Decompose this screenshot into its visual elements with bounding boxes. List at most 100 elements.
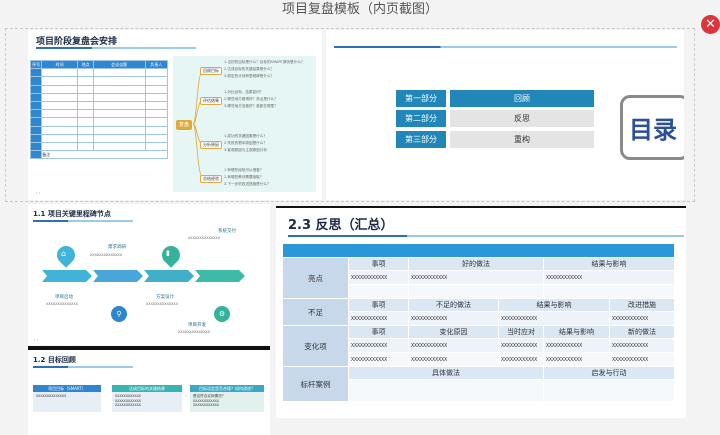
mindmap-item: 1.对比目标，结果如何？	[224, 90, 264, 94]
col-header: 变化原因	[408, 325, 499, 339]
schedule-table: 序号 时间 地点 会议议题 负责人 备注	[29, 59, 168, 160]
table-cell[interactable]: XXXXXXXXXXXX	[408, 311, 499, 326]
title-underline	[334, 46, 677, 48]
slide-schedule[interactable]: 项目阶段复盘会安排 序号 时间 地点 会议议题 负责人 备注 复盘 回顾目标 1…	[28, 30, 322, 200]
slide-title: 2.3 反思（汇总）	[288, 218, 394, 233]
goal-box-head: 目标设定是否合理？如何改进？	[190, 385, 264, 392]
row-header: 不足	[282, 298, 349, 326]
table-cell[interactable]: XXXXXXXXXXXX	[408, 338, 499, 353]
table-cell[interactable]: XXXXXXXXXXXX	[408, 352, 499, 367]
col-header: 具体做法	[348, 366, 544, 380]
slide-title: 项目阶段复盘会安排	[36, 37, 118, 47]
col-header: 结果与影响	[498, 298, 610, 312]
title-underline	[288, 235, 684, 237]
table-cell[interactable]: XXXXXXXXXXXX	[348, 270, 409, 285]
slide-pager[interactable]: ‹ ›	[34, 337, 38, 342]
slide-pager[interactable]: ‹ ›	[36, 190, 40, 195]
col-header: 启发与行动	[542, 366, 676, 380]
chart-icon: ▮	[166, 249, 170, 257]
milestone-desc: XXXXXXXXXXXXXX	[90, 252, 123, 257]
col-header: 好的做法	[408, 257, 544, 271]
slide-title: 1.2 目标回顾	[33, 356, 76, 364]
mindmap-branch: 评估结果	[200, 97, 222, 105]
col-header: 事项	[348, 257, 409, 271]
col-header: 事项	[348, 325, 409, 339]
row-header: 标杆案例	[282, 366, 349, 402]
goal-box-line: XXXXXXXXXXXX	[193, 403, 219, 407]
mindmap-item: 2.哪些地方做得好？亮点是什么？	[224, 97, 278, 101]
milestone-label: 项目开发	[188, 323, 206, 328]
table-cell[interactable]: XXXXXXXXXXXX	[348, 338, 409, 353]
mindmap-item: 2.失败的根本原因是什么？	[224, 141, 267, 145]
toc-label[interactable]: 反思	[450, 110, 594, 127]
table-cell[interactable]: XXXXXXXXXXXX	[543, 338, 610, 353]
table-cell[interactable]: XXXXXXXXXXXX	[542, 270, 676, 285]
milestone-label: 项目启动	[55, 295, 73, 300]
mindmap-branch: 回顾目标	[200, 67, 222, 75]
goal-box: 目标设定是否合理？如何改进？ 是否符合实际情况？ XXXXXXXXXXXX XX…	[190, 385, 264, 412]
toc-label[interactable]: 回顾	[450, 90, 594, 107]
row-header: 变化项	[282, 325, 349, 367]
table-cell[interactable]: XXXXXXXXXXXX	[408, 270, 544, 285]
table-cell[interactable]: XXXXXXXXXXXX	[498, 352, 544, 367]
title-underline	[33, 220, 133, 222]
mindmap-item: 1.成功的关键因素是什么？	[224, 134, 267, 138]
mindmap-item: 2.达成目标的关键结果是什么？	[224, 67, 275, 71]
mindmap-item: 2.有哪些教训需要吸取？	[224, 175, 264, 179]
page-title: 项目复盘模板（内页截图）	[281, 2, 438, 17]
table-header: 时间	[41, 59, 79, 70]
table-header: 地点	[77, 59, 94, 70]
slide-reflection[interactable]: 2.3 反思（汇总） 亮点 事项 好的做法 结果与影响 XXXXXXXXXXXX…	[276, 206, 686, 418]
table-cell[interactable]: XXXXXXXXXXXX	[543, 352, 610, 367]
close-icon[interactable]: ✕	[701, 15, 720, 34]
slide-goal-review[interactable]: 1.2 目标回顾 项目目标（SMART） XXXXXXXXXXXXXX 达成目标…	[28, 350, 270, 435]
table-cell[interactable]: XXXXXXXXXXXX	[608, 338, 676, 353]
table-header: 负责人	[144, 59, 168, 70]
table-header: 序号	[29, 59, 43, 70]
mindmap-item: 1.有哪些经验可以借鉴？	[224, 168, 264, 172]
timeline-segment	[93, 270, 143, 282]
milestone-desc: XXXXXXXXXXXXXX	[188, 235, 221, 240]
table-cell[interactable]: XXXXXXXXXXXX	[498, 338, 544, 353]
goal-box-line: XXXXXXXXXXXXXX	[36, 394, 67, 398]
col-header: 结果与影响	[543, 325, 610, 339]
mindmap-item: 3.哪些地方没做好？差距在哪里？	[224, 104, 278, 108]
toc-title: 目录	[629, 116, 677, 144]
reflection-table: 亮点 事项 好的做法 结果与影响 XXXXXXXXXXXX XXXXXXXXXX…	[281, 243, 676, 402]
table-cell[interactable]: XXXXXXXXXXXX	[608, 352, 676, 367]
goal-box: 项目目标（SMART） XXXXXXXXXXXXXX	[33, 385, 101, 412]
table-cell[interactable]: XXXXXXXXXXXX	[348, 311, 409, 326]
goal-box-line: XXXXXXXXXXXX	[115, 403, 141, 407]
table-cell[interactable]: XXXXXXXXXXXX	[498, 311, 610, 326]
home-icon: ⌂	[61, 249, 67, 258]
title-underline	[36, 47, 196, 49]
goal-box-head: 项目目标（SMART）	[33, 385, 101, 392]
milestone-desc: XXXXXXXXXXXXXX	[146, 301, 179, 306]
toc-number: 第三部分	[396, 131, 446, 148]
col-header: 不足的做法	[408, 298, 499, 312]
col-header: 事项	[348, 298, 409, 312]
milestone-label: 系统交付	[218, 229, 236, 234]
milestone-desc: XXXXXXXXXXXXXX	[46, 301, 79, 306]
table-footer: 备注	[41, 150, 168, 160]
col-header: 改进措施	[608, 298, 676, 312]
col-header: 当时应对	[498, 325, 544, 339]
settings-icon: ⚙	[214, 306, 230, 322]
mindmap-item: 3.客观原因与主观原因分析	[224, 148, 267, 152]
col-header: 新的做法	[608, 325, 676, 339]
table-cell[interactable]: XXXXXXXXXXXX	[608, 311, 676, 326]
milestone-pin	[158, 242, 184, 268]
slide-milestones[interactable]: 1.1 项目关键里程碑节点 需求调研 XXXXXXXXXXXXXX 系统交付 X…	[28, 204, 270, 345]
slide-toc[interactable]: 第一部分 回顾 第二部分 反思 第三部分 重构 目录	[326, 30, 684, 200]
title-underline	[33, 366, 133, 368]
mindmap-branch: 分析原因	[200, 141, 222, 149]
milestone-label: 方案设计	[156, 295, 174, 300]
mindmap-item: 3.原定的计划和里程碑是什么？	[224, 74, 275, 78]
toc-label[interactable]: 重构	[450, 131, 594, 148]
slide-title: 1.1 项目关键里程碑节点	[33, 210, 111, 218]
table-header: 会议议题	[92, 59, 146, 70]
table-cell[interactable]: XXXXXXXXXXXX	[348, 352, 409, 367]
col-header: 结果与影响	[542, 257, 676, 271]
milestone-label: 需求调研	[108, 245, 126, 250]
milestone-desc: XXXXXXXXXXXXXX	[178, 329, 211, 334]
